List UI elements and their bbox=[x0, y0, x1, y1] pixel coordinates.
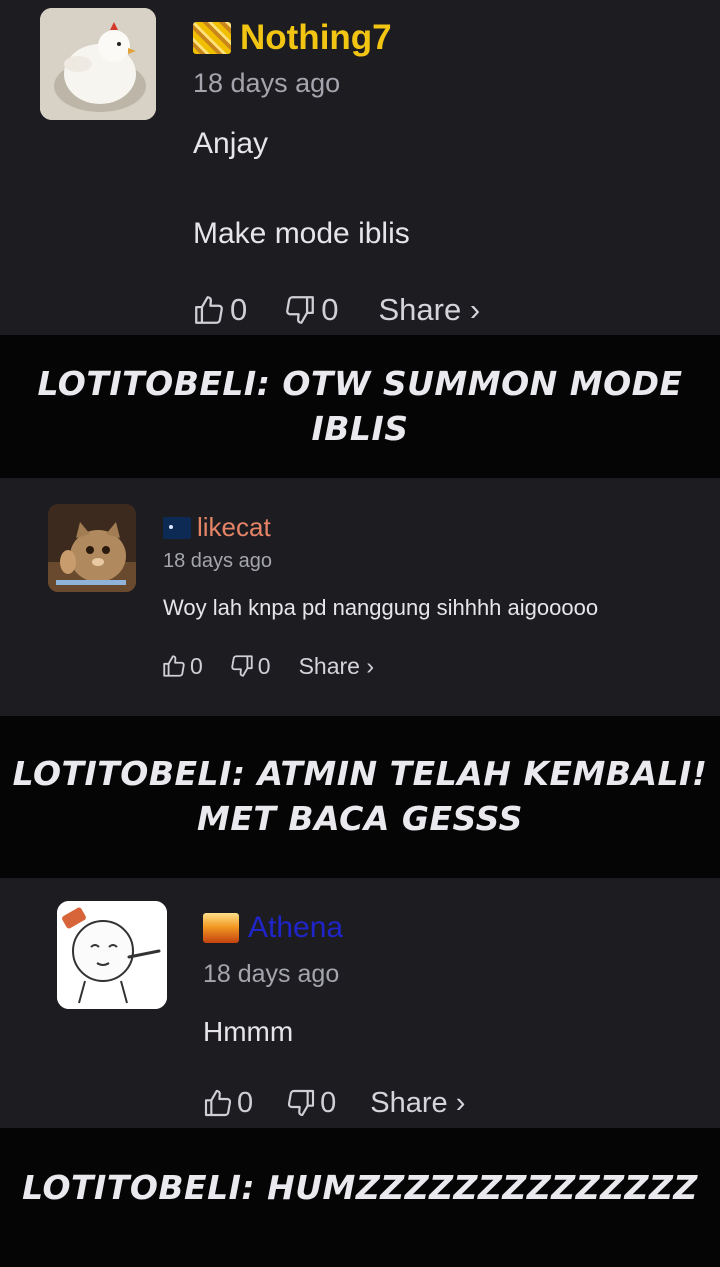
dislike-button[interactable]: 0 bbox=[285, 1087, 336, 1120]
thumbs-up-icon bbox=[204, 1089, 232, 1117]
thumbs-up-icon bbox=[163, 655, 185, 677]
user-avatar[interactable] bbox=[48, 504, 136, 592]
dislike-count: 0 bbox=[320, 1086, 337, 1119]
like-count: 0 bbox=[230, 292, 248, 327]
timestamp: 18 days ago bbox=[163, 550, 272, 572]
caption-line: LOTITOBELI: ATMIN TELAH KEMBALI! bbox=[12, 754, 708, 794]
thumbs-down-icon bbox=[288, 1089, 315, 1117]
username[interactable]: Athena bbox=[248, 911, 343, 945]
like-count: 0 bbox=[237, 1086, 254, 1119]
username[interactable]: likecat bbox=[197, 512, 271, 543]
overlay-caption: LOTITOBELI: ATMIN TELAH KEMBALI! MET BAC… bbox=[0, 716, 720, 878]
like-button[interactable]: 0 bbox=[202, 1087, 253, 1120]
dislike-button[interactable]: 0 bbox=[229, 653, 271, 680]
space-badge-icon bbox=[163, 517, 191, 539]
comment-line: Anjay bbox=[193, 127, 269, 160]
comment-actions: 0 0 Share › bbox=[161, 648, 374, 684]
cat-avatar-icon bbox=[48, 504, 136, 592]
share-button[interactable]: Share › bbox=[299, 653, 374, 680]
username[interactable]: Nothing7 bbox=[240, 18, 392, 58]
share-button[interactable]: Share › bbox=[370, 1087, 465, 1120]
meme-face-avatar-icon bbox=[57, 901, 167, 1009]
fire-badge-icon bbox=[203, 913, 239, 943]
chicken-avatar-icon bbox=[40, 8, 156, 120]
comment-actions: 0 0 Share › bbox=[202, 1083, 465, 1123]
thumbs-down-icon bbox=[231, 655, 253, 677]
timestamp: 18 days ago bbox=[193, 68, 341, 98]
caption-line: MET BACA GESSS bbox=[197, 799, 523, 838]
like-button[interactable]: 0 bbox=[161, 653, 203, 680]
comment-line: Make mode iblis bbox=[193, 217, 410, 250]
dislike-count: 0 bbox=[257, 652, 271, 679]
caption-line: LOTITOBELI: HUMZZZZZZZZZZZZZZ bbox=[22, 1168, 698, 1208]
comment-card: likecat 18 days ago Woy lah knpa pd nang… bbox=[0, 478, 720, 716]
overlay-caption: LOTITOBELI: OTW SUMMON MODE IBLIS bbox=[0, 335, 720, 478]
share-button[interactable]: Share › bbox=[379, 292, 481, 328]
overlay-caption: LOTITOBELI: HUMZZZZZZZZZZZZZZ bbox=[0, 1128, 720, 1267]
comment-card: Nothing7 18 days ago Anjay Make mode ibl… bbox=[0, 0, 720, 335]
like-button[interactable]: 0 bbox=[192, 292, 247, 328]
timestamp: 18 days ago bbox=[203, 960, 340, 988]
dislike-button[interactable]: 0 bbox=[283, 292, 339, 328]
comment-card: Athena 18 days ago Hmmm 0 0 Share › bbox=[0, 878, 720, 1128]
user-avatar[interactable] bbox=[57, 901, 167, 1009]
comment-line: Woy lah knpa pd nanggung sihhhh aigooooo bbox=[163, 595, 599, 620]
thumbs-up-icon bbox=[195, 296, 223, 324]
thumbs-down-icon bbox=[286, 296, 315, 324]
comment-actions: 0 0 Share › bbox=[192, 288, 480, 332]
dislike-count: 0 bbox=[321, 292, 339, 327]
caption-line: LOTITOBELI: OTW SUMMON MODE IBLIS bbox=[37, 363, 683, 448]
gold-pattern-badge-icon bbox=[193, 22, 231, 54]
user-avatar[interactable] bbox=[40, 8, 156, 120]
like-count: 0 bbox=[190, 652, 203, 679]
comment-line: Hmmm bbox=[203, 1016, 294, 1047]
